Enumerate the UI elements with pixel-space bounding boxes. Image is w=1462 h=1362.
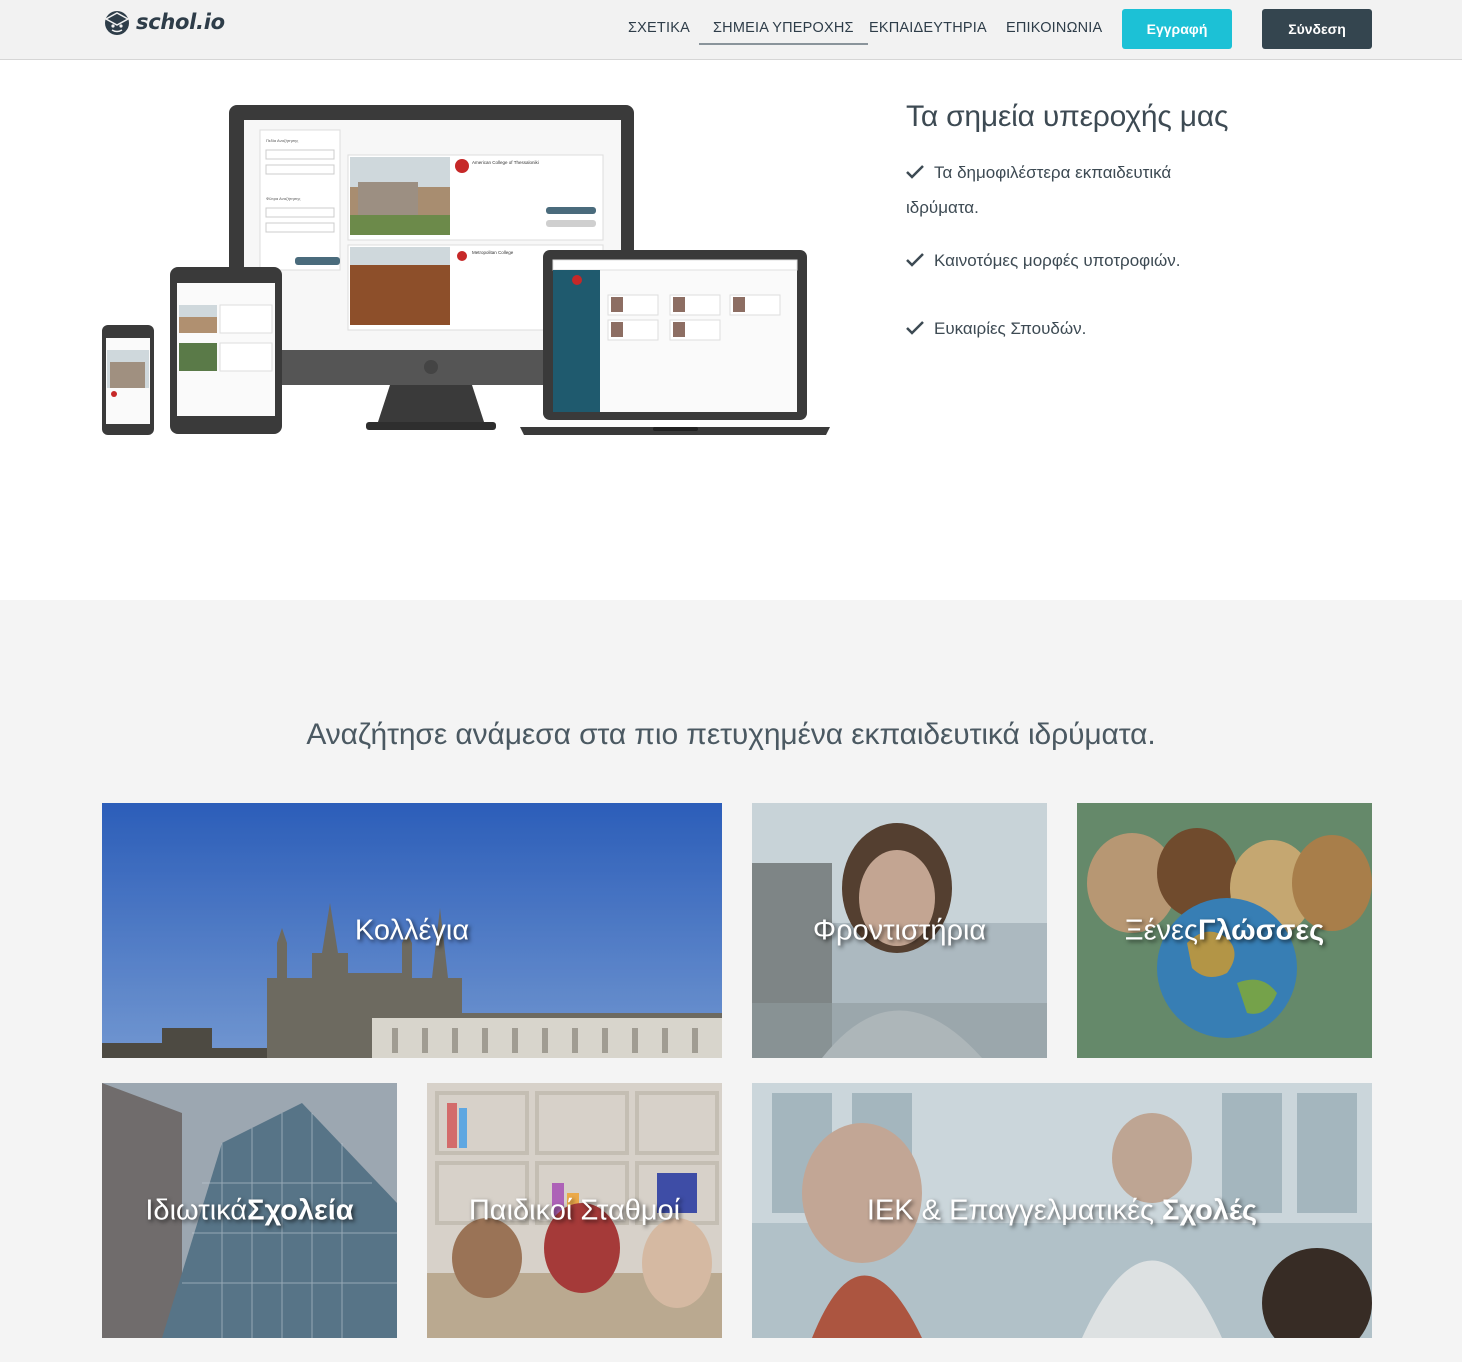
- feature-item: Τα δημοφιλέστερα εκπαιδευτικά ιδρύματα.: [906, 155, 1246, 225]
- categories-title: Αναζήτησε ανάμεσα στα πιο πετυχημένα εκπ…: [306, 718, 1156, 751]
- tablet: [170, 267, 282, 434]
- category-tile-tutoring[interactable]: Φροντιστήρια: [752, 803, 1047, 1058]
- nav-highlights[interactable]: ΣΗΜΕΙΑ ΥΠΕΡΟΧΗΣ: [699, 20, 868, 45]
- category-tile-vocational[interactable]: ΙΕΚ & Επαγγελματικές Σχολές: [752, 1083, 1372, 1338]
- feature-item: Καινοτόμες μορφές υποτροφιών.: [906, 243, 1246, 278]
- category-tile-private-schools[interactable]: ΙδιωτικάΣχολεία: [102, 1083, 397, 1338]
- check-icon: [906, 312, 928, 335]
- nav-about[interactable]: ΣΧΕΤΙΚΑ: [628, 20, 690, 36]
- register-button[interactable]: Εγγραφή: [1122, 9, 1232, 49]
- brand-name: schol.io: [136, 10, 225, 34]
- tile-label: ΞένεςΓλώσσες: [1124, 914, 1325, 946]
- tile-label: Κολλέγια: [354, 914, 470, 946]
- desktop-sidebar-title: Πεδία Αναζήτησης: [266, 138, 298, 143]
- category-tile-kindergartens[interactable]: Παιδικοί Σταθμοί: [427, 1083, 722, 1338]
- top-navbar: schol.io ΣΧΕΤΙΚΑ ΣΗΜΕΙΑ ΥΠΕΡΟΧΗΣ ΕΚΠΑΙΔΕ…: [0, 0, 1462, 60]
- desktop-card-1-title: American College of Thessaloniki: [472, 160, 539, 165]
- tile-label: Παιδικοί Σταθμοί: [468, 1194, 681, 1226]
- desktop-sidebar-filters: Φίλτρα Αναζήτησης: [266, 196, 300, 201]
- phone: [102, 325, 154, 435]
- devices-mockup-image: Πεδία Αναζήτησης Φίλτρα Αναζήτησης Ameri…: [100, 100, 835, 445]
- tile-label: Φροντιστήρια: [812, 914, 987, 946]
- category-tile-colleges[interactable]: Κολλέγια: [102, 803, 722, 1058]
- login-button[interactable]: Σύνδεση: [1262, 9, 1372, 49]
- graduation-cap-icon: [104, 11, 130, 35]
- nav-schools[interactable]: ΕΚΠΑΙΔΕΥΤΗΡΙΑ: [869, 20, 987, 36]
- desktop-card-2-title: Metropolitan College: [472, 250, 514, 255]
- feature-text: Καινοτόμες μορφές υποτροφιών.: [934, 251, 1181, 270]
- feature-text: Ευκαιρίες Σπουδών.: [934, 319, 1087, 338]
- highlights-title: Τα σημεία υπεροχής μας: [906, 100, 1229, 133]
- laptop: [520, 250, 830, 435]
- check-icon: [906, 156, 928, 179]
- brand-logo[interactable]: schol.io: [102, 4, 225, 40]
- tile-label: ΙδιωτικάΣχολεία: [145, 1194, 354, 1226]
- check-icon: [906, 244, 928, 267]
- feature-text: Τα δημοφιλέστερα εκπαιδευτικά ιδρύματα.: [906, 163, 1172, 217]
- nav-contact[interactable]: ΕΠΙΚΟΙΝΩΝΙΑ: [1006, 20, 1102, 36]
- feature-item: Ευκαιρίες Σπουδών.: [906, 311, 1246, 346]
- category-tile-languages[interactable]: ΞένεςΓλώσσες: [1077, 803, 1372, 1058]
- tile-label: ΙΕΚ & Επαγγελματικές Σχολές: [866, 1194, 1258, 1226]
